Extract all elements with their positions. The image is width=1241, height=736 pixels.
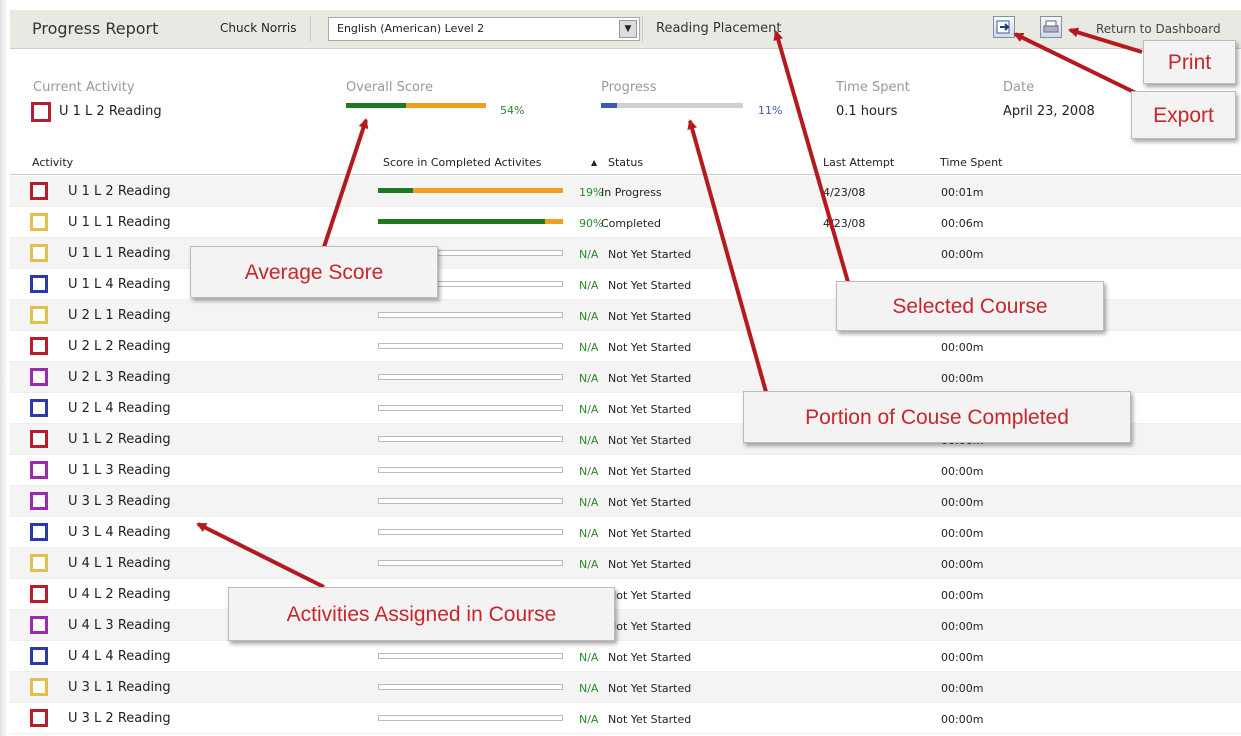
annotation-arrows: [196, 27, 1143, 589]
callout-activities-assigned: Activities Assigned in Course: [228, 587, 615, 641]
callout-portion-completed: Portion of Couse Completed: [743, 391, 1131, 443]
arrow-activities: [196, 522, 325, 589]
arrow-portion-completed: [687, 119, 768, 393]
arrow-export: [1013, 32, 1141, 97]
arrow-print: [1068, 27, 1143, 54]
callout-average-score: Average Score: [190, 246, 438, 298]
arrow-average-score: [321, 118, 369, 251]
callout-selected-course: Selected Course: [836, 281, 1104, 331]
callout-export: Export: [1131, 91, 1236, 139]
callout-print: Print: [1143, 40, 1236, 84]
arrow-selected-course: [773, 30, 850, 283]
